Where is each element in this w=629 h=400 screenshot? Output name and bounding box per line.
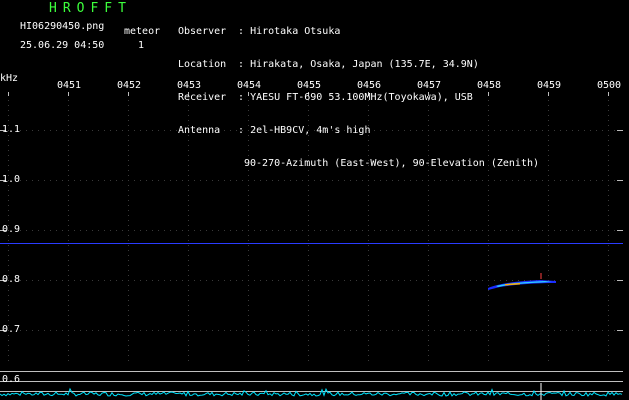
- noise-spectrum: [0, 387, 623, 397]
- observer-value: Hirotaka Otsuka: [250, 26, 341, 37]
- meteor-label: meteor: [124, 26, 161, 37]
- meteor-echo: [488, 273, 556, 290]
- x-tick-label: 0458: [477, 80, 502, 91]
- x-tick-label: 0455: [297, 80, 322, 91]
- x-tick-label: 0454: [237, 80, 262, 91]
- x-tick-label: 0451: [57, 80, 82, 91]
- x-tick-label: 0452: [117, 80, 142, 91]
- x-tick-label: 0500: [597, 80, 622, 91]
- location-value: Hirakata, Osaka, Japan (135.7E, 34.9N): [250, 59, 479, 70]
- observer-key: Observer: [178, 26, 227, 37]
- y-tick-label: 1.1: [2, 124, 21, 135]
- x-tick-label: 0459: [537, 80, 562, 91]
- x-tick-label: 0457: [417, 80, 442, 91]
- x-tick-label: 0453: [177, 80, 202, 91]
- antenna-key: Antenna: [178, 125, 221, 136]
- station-info: Observer : Hirotaka Otsuka Location : Hi…: [178, 26, 540, 169]
- y-tick-label: 0.9: [2, 224, 21, 235]
- y-tick-label: 0.6: [2, 374, 21, 385]
- filename: HI06290450.png: [20, 21, 105, 32]
- y-tick-label: 0.8: [2, 274, 21, 285]
- meteor-count: 1: [138, 40, 145, 51]
- location-key: Location: [178, 59, 227, 70]
- antenna-value: 2el-HB9CV, 4m's high: [250, 125, 371, 136]
- y-tick-label: 0.7: [2, 324, 21, 335]
- datetime: 25.06.29 04:50: [20, 40, 105, 51]
- antenna-value-2: 90-270-Azimuth (East-West), 90-Elevation…: [244, 158, 540, 169]
- y-unit-label: kHz: [0, 73, 19, 84]
- receiver-value: YAESU FT-690 53.100MHz(Toyokawa), USB: [250, 92, 473, 103]
- x-tick-label: 0456: [357, 80, 382, 91]
- receiver-key: Receiver: [178, 92, 227, 103]
- app-logo: HROFFT: [49, 1, 132, 16]
- y-tick-label: 1.0: [2, 174, 21, 185]
